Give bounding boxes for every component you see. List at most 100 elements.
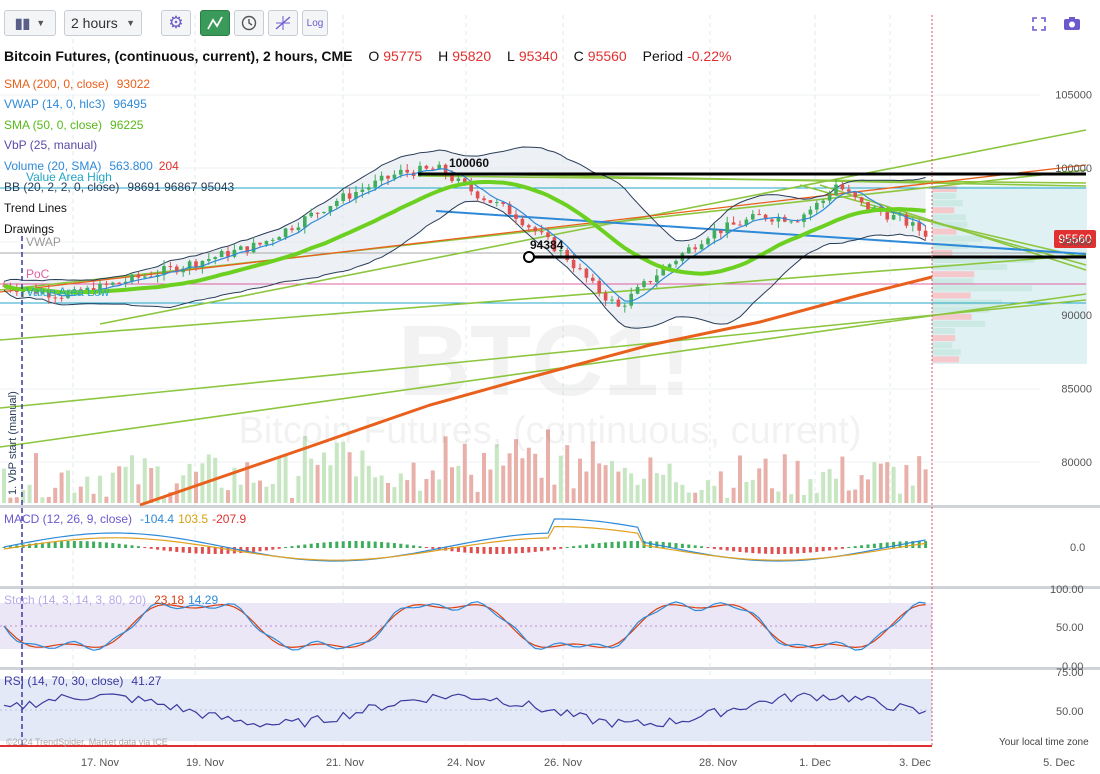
macd-histogram-bar [751,547,755,554]
stoch-axis-100: 100.00 [1050,584,1084,596]
settings-button[interactable]: ⚙ [161,10,191,36]
candle-body [808,209,813,215]
volume-bar [8,497,13,503]
volume-bar [27,484,32,503]
volume-bar [507,453,512,503]
macd-histogram-bar [469,547,473,554]
timezone-label[interactable]: Your local time zone [999,737,1089,748]
stoch-legend[interactable]: Stoch (14, 3, 14, 3, 80, 20) 23.18 14.29 [4,593,218,607]
camera-icon[interactable] [1063,16,1081,32]
volume-bar [117,466,122,503]
volume-profile [932,186,1087,364]
replay-button[interactable] [234,10,264,36]
chart-type-button[interactable]: ▮▮ ▼ [4,10,56,36]
macd-histogram-bar [808,547,812,553]
candle-body [859,197,864,203]
volume-bar [78,486,83,503]
value-area-low-label: Value Area Low [26,285,110,299]
log-scale-button[interactable]: Log [302,10,328,36]
volume-bar [123,466,128,503]
candle-body [687,247,691,254]
volume-bar [866,479,870,503]
candle-body [514,214,518,219]
volume-bar [578,458,582,503]
volume-bar [85,476,90,503]
volume-bar [373,477,378,503]
trend-icon [207,16,223,30]
candle-body [853,191,857,198]
candle-body [111,282,115,285]
macd-histogram-bar [495,547,499,554]
candle-body [840,184,845,190]
volume-bar [411,462,416,503]
macd-histogram-bar [53,541,57,548]
candlestick-icon: ▮▮ [14,14,31,31]
macd-histogram-bar [271,547,275,550]
candle-body [347,193,352,199]
stoch-axis-50: 50.00 [1056,622,1084,634]
volume-bar [667,463,672,503]
volume-bar [360,450,365,503]
volume-bar [526,447,531,503]
macd-histogram-bar [367,541,371,548]
macd-histogram-bar [412,545,416,548]
macd-histogram-bar [405,544,409,548]
volume-bar [712,485,717,503]
volume-bar [482,452,486,503]
macd-legend[interactable]: MACD (12, 26, 9, close) -104.4 103.5 -207.9 [4,512,246,526]
macd-histogram-bar [924,541,928,548]
macd-axis-zero: 0.0 [1070,542,1085,554]
volume-bar [565,445,570,503]
vbp-bar [932,342,953,349]
crosshair-button[interactable] [268,10,298,36]
volume-bar [366,465,371,503]
candle-body [450,175,454,182]
volume-bar [610,461,614,503]
macd-histogram-bar [661,541,665,548]
chart-canvas[interactable]: BTC1! Bitcoin Futures, (continuous, curr… [0,0,1100,774]
volume-bar [872,461,877,503]
volume-bar [46,496,51,503]
vbp-start-label: 1. VbP start (manual) [7,391,19,495]
macd-histogram-bar [194,547,198,554]
time-axis[interactable]: 17. Nov 19. Nov 21. Nov 24. Nov 26. Nov 28. N… [81,757,1075,769]
candle-body [648,281,653,283]
macd-histogram-bar [540,547,544,552]
toolbar: ▮▮ ▼ 2 hours ▼ ⚙ Log [0,0,1100,46]
vbp-bar [932,320,986,327]
macd-histogram-bar [789,547,793,554]
interval-select[interactable]: 2 hours ▼ [64,10,142,36]
macd-histogram-bar [207,547,211,554]
macd-histogram-bar [533,547,537,552]
macd-histogram-bar [463,547,467,553]
volume-bar [744,481,749,503]
macd-histogram-bar [79,541,83,548]
volume-bar [66,470,70,503]
candle-body [271,239,275,241]
fullscreen-icon[interactable] [1032,17,1046,31]
auto-trendlines-button[interactable] [200,10,230,36]
macd-histogram-bar [802,547,806,554]
macd-histogram-bar [687,544,691,548]
macd-histogram-bar [188,547,192,554]
macd-histogram-bar [424,547,428,549]
candle-body [591,277,595,281]
price-axis-label: 90000 [1061,310,1092,322]
macd-histogram-bar [284,546,288,548]
macd-histogram-bar [552,547,556,550]
macd-label: MACD (12, 26, 9, close) [4,512,133,526]
rsi-legend[interactable]: RSI (14, 70, 30, close) 41.27 [4,674,161,688]
macd-histogram-bar [828,547,832,551]
candle-body [821,200,825,203]
time-axis-label: 1. Dec [799,757,831,769]
volume-bar [802,494,806,503]
macd-histogram-bar [840,547,844,549]
volume-bar [251,482,256,503]
candle-body [296,227,301,231]
time-axis-label: 24. Nov [447,757,485,769]
candle-body [610,299,614,301]
volume-bar [437,479,442,503]
support-anchor-marker[interactable] [523,251,535,263]
volume-bar [264,486,269,503]
macd-histogram-bar [341,541,345,548]
